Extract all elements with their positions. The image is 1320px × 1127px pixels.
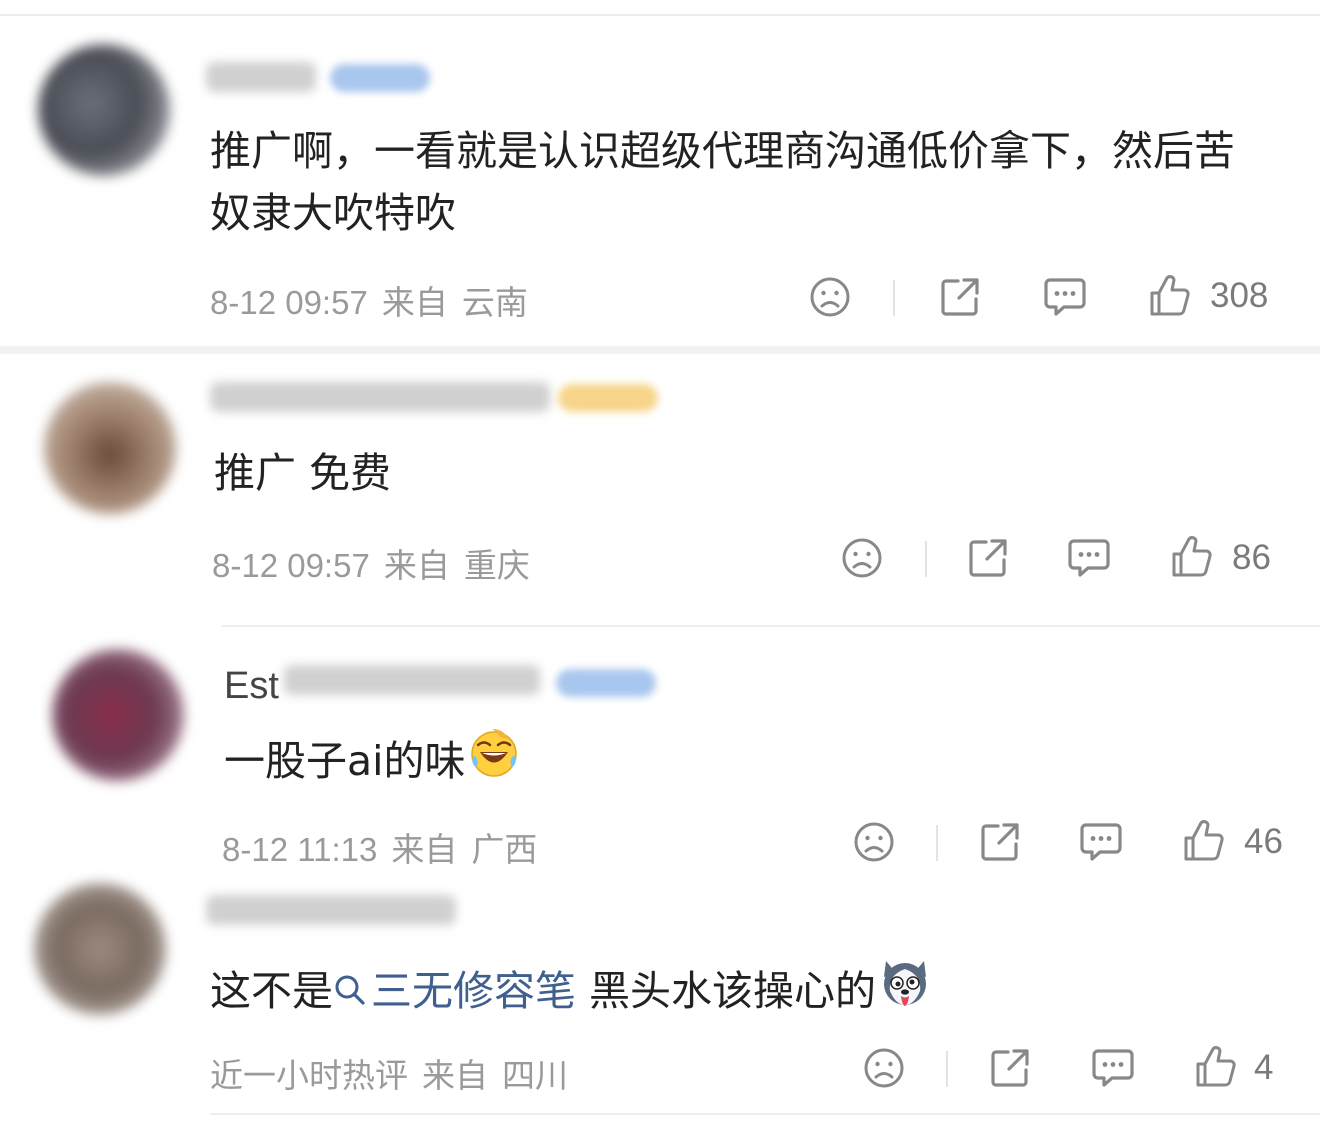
action-divider bbox=[936, 825, 938, 861]
frown-face-icon[interactable] bbox=[852, 820, 896, 864]
avatar[interactable] bbox=[52, 649, 184, 781]
action-divider bbox=[893, 280, 895, 316]
section-separator bbox=[0, 346, 1320, 354]
comment-meta: 8-12 09:57 来自 重庆 bbox=[212, 539, 544, 587]
comment-text-before: 这不是 bbox=[210, 967, 333, 1015]
comment-item: Est 一股子ai的味 8-12 11:13 来自 广西 46 bbox=[0, 627, 1320, 873]
comment-bubble-icon[interactable] bbox=[1090, 1046, 1136, 1090]
thumbs-up-icon[interactable] bbox=[1170, 534, 1214, 580]
husky-emoji bbox=[884, 961, 927, 1006]
thumbs-up-icon[interactable] bbox=[1194, 1044, 1238, 1090]
share-icon[interactable] bbox=[978, 820, 1022, 864]
comment-time: 8-12 09:57 bbox=[212, 547, 370, 584]
item-separator bbox=[210, 1113, 1320, 1115]
thumbs-up-icon[interactable] bbox=[1182, 818, 1226, 864]
comment-meta: 8-12 11:13 来自 广西 bbox=[222, 823, 551, 871]
action-divider bbox=[925, 541, 927, 577]
comment-time: 8-12 11:13 bbox=[222, 831, 378, 868]
username-visible[interactable]: Est bbox=[224, 665, 279, 708]
comment-text-after: 黑头水该操心的 bbox=[576, 967, 877, 1015]
topic-link-text[interactable]: 三无修容笔 bbox=[371, 967, 576, 1015]
comment-item: 这不是 三无修容笔 黑头水该操心的 近一小时热评 来自 四川 4 bbox=[0, 873, 1320, 1127]
action-divider bbox=[946, 1051, 948, 1087]
from-label: 来自 bbox=[383, 547, 450, 584]
comment-item: 推广啊，一看就是认识超级代理商沟通低价拿下，然后苦奴隶大吹特吹 8-12 09:… bbox=[0, 16, 1320, 346]
comment-text: 一股子ai的味 bbox=[224, 737, 466, 785]
comment-text: 推广啊，一看就是认识超级代理商沟通低价拿下，然后苦奴隶大吹特吹 bbox=[210, 127, 1235, 237]
comment-time: 8-12 09:57 bbox=[210, 284, 368, 321]
like-count: 308 bbox=[1210, 276, 1269, 315]
avatar[interactable] bbox=[44, 382, 176, 514]
like-count: 46 bbox=[1244, 822, 1283, 861]
laughing-tears-emoji bbox=[470, 729, 517, 777]
username-redacted[interactable] bbox=[206, 62, 316, 92]
topic-link[interactable]: 三无修容笔 bbox=[333, 967, 576, 1015]
comment-list: 推广啊，一看就是认识超级代理商沟通低价拿下，然后苦奴隶大吹特吹 8-12 09:… bbox=[0, 0, 1320, 1127]
comment-location: 云南 bbox=[461, 284, 528, 321]
comment-text-row: 一股子ai的味 bbox=[224, 725, 1124, 792]
user-badge bbox=[556, 669, 656, 697]
from-label: 来自 bbox=[422, 1057, 488, 1094]
from-label: 来自 bbox=[391, 831, 458, 868]
comment-meta: 近一小时热评 来自 四川 bbox=[210, 1049, 582, 1097]
username-redacted[interactable] bbox=[206, 895, 456, 925]
comment-time: 近一小时热评 bbox=[210, 1057, 408, 1094]
like-count: 86 bbox=[1232, 538, 1271, 577]
comment-location: 广西 bbox=[471, 831, 538, 868]
from-label: 来自 bbox=[381, 284, 448, 321]
comment-item: 推广 免费 8-12 09:57 来自 重庆 86 bbox=[0, 354, 1320, 624]
like-count: 4 bbox=[1254, 1048, 1274, 1087]
frown-face-icon[interactable] bbox=[808, 275, 852, 319]
comment-bubble-icon[interactable] bbox=[1066, 536, 1112, 580]
comment-location: 重庆 bbox=[463, 547, 530, 584]
share-icon[interactable] bbox=[938, 275, 982, 319]
frown-face-icon[interactable] bbox=[840, 536, 884, 580]
avatar[interactable] bbox=[38, 44, 170, 176]
frown-face-icon[interactable] bbox=[862, 1046, 906, 1090]
user-badge bbox=[330, 64, 430, 92]
comment-text-row: 这不是 三无修容笔 黑头水该操心的 bbox=[210, 953, 1270, 1022]
user-badge bbox=[558, 384, 658, 412]
avatar[interactable] bbox=[34, 883, 166, 1015]
comment-bubble-icon[interactable] bbox=[1042, 275, 1088, 319]
username-redacted[interactable] bbox=[284, 665, 540, 695]
comment-bubble-icon[interactable] bbox=[1078, 820, 1124, 864]
search-icon bbox=[335, 975, 365, 1005]
comment-text: 推广 免费 bbox=[214, 449, 392, 497]
comment-meta: 8-12 09:57 来自 云南 bbox=[210, 276, 542, 324]
share-icon[interactable] bbox=[988, 1046, 1032, 1090]
comment-location: 四川 bbox=[502, 1057, 568, 1094]
thumbs-up-icon[interactable] bbox=[1148, 273, 1192, 319]
username-redacted[interactable] bbox=[210, 382, 550, 412]
share-icon[interactable] bbox=[966, 536, 1010, 580]
